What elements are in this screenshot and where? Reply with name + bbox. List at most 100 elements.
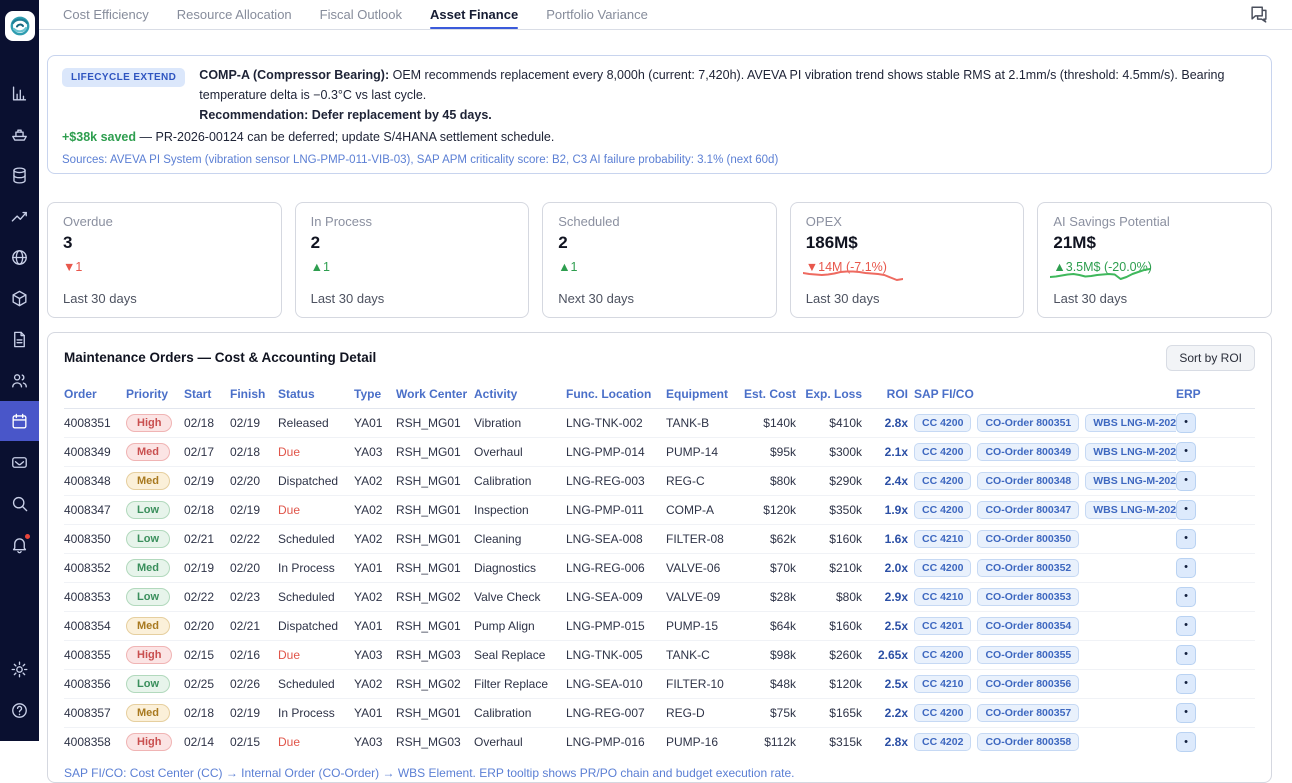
sidebar-item-analytics[interactable] bbox=[0, 73, 39, 113]
tab-cost-efficiency[interactable]: Cost Efficiency bbox=[63, 0, 149, 29]
cc-chip[interactable]: CC 4201 bbox=[914, 617, 971, 635]
column-header-work-center[interactable]: Work Center bbox=[396, 387, 474, 401]
cc-chip[interactable]: CC 4200 bbox=[914, 501, 971, 519]
table-row[interactable]: 4008357Med02/1802/19In ProcessYA01RSH_MG… bbox=[64, 699, 1255, 728]
sidebar-item-settings[interactable] bbox=[0, 649, 39, 689]
logo-swirl-icon bbox=[8, 14, 32, 38]
cc-chip[interactable]: CC 4202 bbox=[914, 733, 971, 751]
cc-chip[interactable]: CC 4200 bbox=[914, 646, 971, 664]
column-header-sap-fi-co[interactable]: SAP FI/CO bbox=[914, 387, 1176, 401]
wbs-chip[interactable]: WBS LNG-M-2026 bbox=[1085, 501, 1176, 519]
table-row[interactable]: 4008353Low02/2202/23ScheduledYA02RSH_MG0… bbox=[64, 583, 1255, 612]
erp-button[interactable]: • bbox=[1176, 645, 1196, 665]
column-header-type[interactable]: Type bbox=[354, 387, 396, 401]
kpi-card-ai-savings-potential: AI Savings Potential21M$▲3.5M$ (-20.0%)L… bbox=[1037, 202, 1272, 318]
column-header-priority[interactable]: Priority bbox=[126, 387, 184, 401]
sidebar-item-notifications[interactable] bbox=[0, 524, 39, 564]
co-order-chip[interactable]: CO-Order 800350 bbox=[977, 530, 1079, 548]
column-header-exp-loss[interactable]: Exp. Loss bbox=[802, 387, 868, 401]
app-logo[interactable] bbox=[5, 11, 35, 41]
finish-cell: 02/16 bbox=[230, 648, 278, 662]
sidebar-item-help[interactable] bbox=[0, 690, 39, 730]
sidebar-item-search[interactable] bbox=[0, 483, 39, 523]
co-order-chip[interactable]: CO-Order 800347 bbox=[977, 501, 1079, 519]
column-header-equipment[interactable]: Equipment bbox=[666, 387, 744, 401]
wbs-chip[interactable]: WBS LNG-M-2026 bbox=[1085, 443, 1176, 461]
table-row[interactable]: 4008348Med02/1902/20DispatchedYA02RSH_MG… bbox=[64, 467, 1255, 496]
wbs-chip[interactable]: WBS LNG-M-2026 bbox=[1085, 414, 1176, 432]
table-row[interactable]: 4008355High02/1502/16DueYA03RSH_MG03Seal… bbox=[64, 641, 1255, 670]
erp-button[interactable]: • bbox=[1176, 703, 1196, 723]
priority-cell: Med bbox=[126, 559, 184, 577]
sidebar-item-database[interactable] bbox=[0, 155, 39, 195]
sidebar-item-fleet[interactable] bbox=[0, 114, 39, 154]
table-row[interactable]: 4008358High02/1402/15DueYA03RSH_MG03Over… bbox=[64, 728, 1255, 757]
sort-by-roi-button[interactable]: Sort by ROI bbox=[1166, 345, 1255, 371]
tab-portfolio-variance[interactable]: Portfolio Variance bbox=[546, 0, 648, 29]
priority-badge: Low bbox=[126, 501, 170, 519]
column-header-order[interactable]: Order bbox=[64, 387, 126, 401]
table-row[interactable]: 4008352Med02/1902/20In ProcessYA01RSH_MG… bbox=[64, 554, 1255, 583]
column-header-est-cost[interactable]: Est. Cost bbox=[744, 387, 802, 401]
co-order-chip[interactable]: CO-Order 800353 bbox=[977, 588, 1079, 606]
co-order-chip[interactable]: CO-Order 800349 bbox=[977, 443, 1079, 461]
co-order-chip[interactable]: CO-Order 800358 bbox=[977, 733, 1079, 751]
func-location-cell: LNG-SEA-009 bbox=[566, 590, 666, 604]
column-header-activity[interactable]: Activity bbox=[474, 387, 566, 401]
cc-chip[interactable]: CC 4210 bbox=[914, 675, 971, 693]
table-row[interactable]: 4008350Low02/2102/22ScheduledYA02RSH_MG0… bbox=[64, 525, 1255, 554]
wbs-chip[interactable]: WBS LNG-M-2026 bbox=[1085, 472, 1176, 490]
table-row[interactable]: 4008347Low02/1802/19DueYA02RSH_MG01Inspe… bbox=[64, 496, 1255, 525]
column-header-status[interactable]: Status bbox=[278, 387, 354, 401]
erp-button[interactable]: • bbox=[1176, 616, 1196, 636]
erp-button[interactable]: • bbox=[1176, 500, 1196, 520]
erp-button[interactable]: • bbox=[1176, 732, 1196, 752]
tab-asset-finance[interactable]: Asset Finance bbox=[430, 0, 518, 29]
sidebar-item-inbox[interactable] bbox=[0, 442, 39, 482]
erp-button[interactable]: • bbox=[1176, 413, 1196, 433]
sidebar-item-global[interactable] bbox=[0, 237, 39, 277]
cc-chip[interactable]: CC 4210 bbox=[914, 588, 971, 606]
sidebar-item-team[interactable] bbox=[0, 360, 39, 400]
activity-cell: Overhaul bbox=[474, 445, 566, 459]
tab-resource-allocation[interactable]: Resource Allocation bbox=[177, 0, 292, 29]
roi-cell: 2.2x bbox=[868, 706, 914, 720]
erp-button[interactable]: • bbox=[1176, 442, 1196, 462]
erp-button[interactable]: • bbox=[1176, 471, 1196, 491]
sidebar-item-trends[interactable] bbox=[0, 196, 39, 236]
co-order-chip[interactable]: CO-Order 800354 bbox=[977, 617, 1079, 635]
erp-button[interactable]: • bbox=[1176, 674, 1196, 694]
co-order-chip[interactable]: CO-Order 800351 bbox=[977, 414, 1079, 432]
co-order-chip[interactable]: CO-Order 800352 bbox=[977, 559, 1079, 577]
column-header-start[interactable]: Start bbox=[184, 387, 230, 401]
erp-button[interactable]: • bbox=[1176, 529, 1196, 549]
cc-chip[interactable]: CC 4210 bbox=[914, 530, 971, 548]
column-header-roi[interactable]: ROI bbox=[868, 387, 914, 401]
erp-button[interactable]: • bbox=[1176, 587, 1196, 607]
table-row[interactable]: 4008354Med02/2002/21DispatchedYA01RSH_MG… bbox=[64, 612, 1255, 641]
co-order-chip[interactable]: CO-Order 800356 bbox=[977, 675, 1079, 693]
table-row[interactable]: 4008351High02/1802/19ReleasedYA01RSH_MG0… bbox=[64, 409, 1255, 438]
cc-chip[interactable]: CC 4200 bbox=[914, 472, 971, 490]
cc-chip[interactable]: CC 4200 bbox=[914, 443, 971, 461]
column-header-func-location[interactable]: Func. Location bbox=[566, 387, 666, 401]
co-order-chip[interactable]: CO-Order 800348 bbox=[977, 472, 1079, 490]
order-cell: 4008354 bbox=[64, 619, 126, 633]
table-row[interactable]: 4008349Med02/1702/18DueYA03RSH_MG01Overh… bbox=[64, 438, 1255, 467]
co-order-chip[interactable]: CO-Order 800355 bbox=[977, 646, 1079, 664]
co-order-chip[interactable]: CO-Order 800357 bbox=[977, 704, 1079, 722]
table-row[interactable]: 4008356Low02/2502/26ScheduledYA02RSH_MG0… bbox=[64, 670, 1255, 699]
order-cell: 4008356 bbox=[64, 677, 126, 691]
erp-button[interactable]: • bbox=[1176, 558, 1196, 578]
sidebar-item-assets[interactable] bbox=[0, 278, 39, 318]
sidebar-item-documents[interactable] bbox=[0, 319, 39, 359]
column-header-erp[interactable]: ERP bbox=[1176, 387, 1255, 401]
tab-fiscal-outlook[interactable]: Fiscal Outlook bbox=[320, 0, 402, 29]
est-cost-cell: $80k bbox=[744, 474, 802, 488]
messages-icon[interactable] bbox=[1248, 4, 1270, 26]
cc-chip[interactable]: CC 4200 bbox=[914, 704, 971, 722]
column-header-finish[interactable]: Finish bbox=[230, 387, 278, 401]
sidebar-item-schedule[interactable] bbox=[0, 401, 39, 441]
cc-chip[interactable]: CC 4200 bbox=[914, 414, 971, 432]
cc-chip[interactable]: CC 4200 bbox=[914, 559, 971, 577]
